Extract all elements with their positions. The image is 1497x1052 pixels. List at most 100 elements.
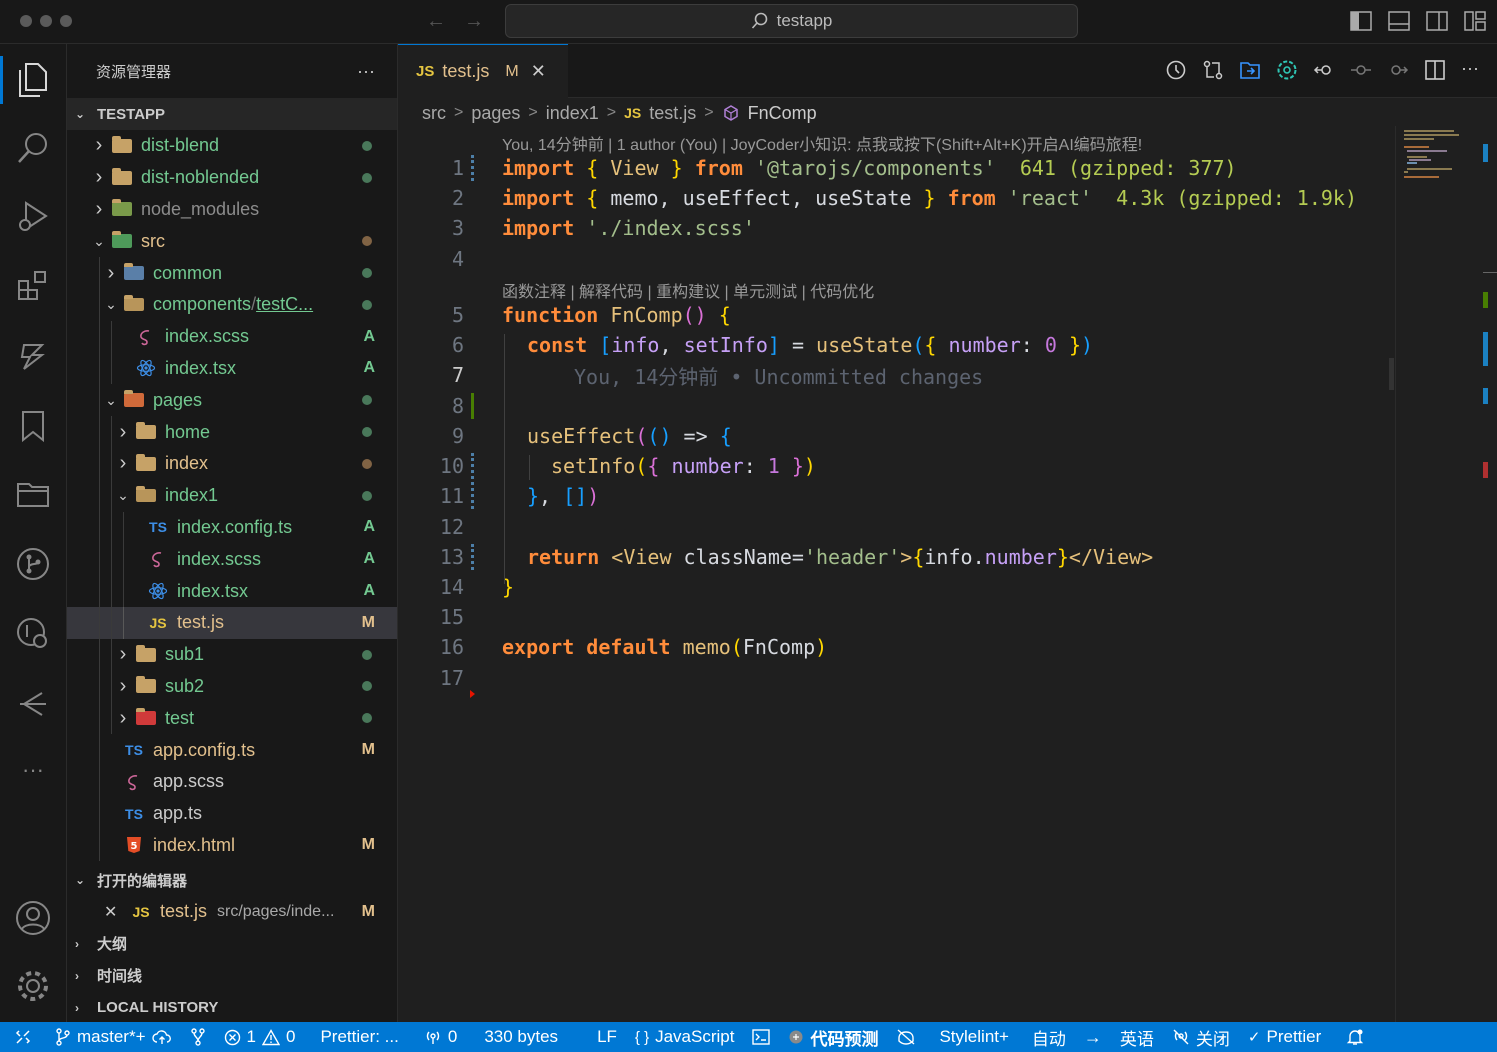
prettier-status[interactable]: ✓ Prettier <box>1239 1027 1330 1047</box>
tree-folder[interactable]: › index <box>67 447 397 480</box>
tree-file[interactable]: index.tsx A <box>67 352 397 385</box>
zoom-window-button[interactable] <box>60 15 72 27</box>
gear-icon[interactable] <box>13 966 53 1006</box>
tree-folder[interactable]: ⌄ pages <box>67 384 397 417</box>
off-status[interactable]: 关闭 <box>1163 1025 1239 1050</box>
workspace-root-header[interactable]: ⌄ TESTAPP <box>67 98 397 130</box>
tree-folder[interactable]: ⌄ components/testC... <box>67 288 397 321</box>
language-mode[interactable]: { } JavaScript <box>626 1027 744 1047</box>
code-prediction-status[interactable]: 代码预测 <box>779 1025 887 1050</box>
tree-folder[interactable]: ⌄ index1 <box>67 479 397 512</box>
ai-assistant-icon[interactable] <box>13 336 53 376</box>
toggle-panel-icon[interactable] <box>1387 10 1411 32</box>
notifications-status[interactable] <box>1330 1028 1373 1046</box>
codelens-blame[interactable]: You, 14分钟前 | 1 author (You) | JoyCoder小知… <box>502 131 1142 155</box>
tree-file[interactable]: TS app.config.ts M <box>67 734 397 766</box>
open-editors-header[interactable]: ⌄ 打开的编辑器 <box>67 864 397 896</box>
tree-folder[interactable]: › test <box>67 702 397 735</box>
remote-explorer-icon[interactable] <box>13 614 53 654</box>
folder-icon[interactable] <box>13 474 53 514</box>
tree-folder[interactable]: › sub2 <box>67 670 397 703</box>
auto-status[interactable]: 自动 <box>1018 1025 1075 1050</box>
tree-folder[interactable]: ⌄ src <box>67 225 397 257</box>
split-editor-icon[interactable] <box>1424 59 1446 81</box>
more-actions-icon[interactable]: ··· <box>1461 59 1483 81</box>
forward-arrow-icon[interactable]: → <box>464 10 484 33</box>
tab-test-js[interactable]: JS test.js M ✕ <box>398 44 568 98</box>
compact-folder-child[interactable]: testC... <box>256 294 313 314</box>
more-icon[interactable]: ··· <box>13 750 53 790</box>
breadcrumb-symbol[interactable]: FnComp <box>748 103 817 124</box>
explorer-icon[interactable] <box>13 60 53 100</box>
command-center[interactable]: testapp <box>505 4 1078 38</box>
search-icon <box>751 12 767 29</box>
back-arrow-icon[interactable]: ← <box>426 10 446 33</box>
copilot-status[interactable] <box>887 1029 925 1045</box>
git-graph-status[interactable] <box>181 1028 215 1046</box>
code-line: 16 export default memo(FnComp) <box>398 632 1388 662</box>
indent-guide <box>529 455 530 480</box>
outline-header[interactable]: › 大纲 <box>67 928 397 960</box>
timeline-header[interactable]: › 时间线 <box>67 960 397 992</box>
prettier-status-short[interactable]: Prettier: ... <box>304 1027 407 1047</box>
extensions-icon[interactable] <box>13 266 53 306</box>
code-editor[interactable]: You, 14分钟前 | 1 author (You) | JoyCoder小知… <box>398 126 1497 1022</box>
run-debug-icon[interactable] <box>13 196 53 236</box>
tree-folder[interactable]: › node_modules <box>67 194 397 226</box>
previous-change-icon[interactable] <box>1350 59 1372 81</box>
tree-folder[interactable]: › common <box>67 257 397 289</box>
local-history-header[interactable]: › LOCAL HISTORY <box>67 992 397 1024</box>
breadcrumb-item[interactable]: index1 <box>546 103 599 124</box>
timeline-icon[interactable] <box>13 684 53 724</box>
customize-layout-icon[interactable] <box>1463 10 1487 32</box>
breadcrumb-item[interactable]: pages <box>471 103 520 124</box>
terminal-status[interactable] <box>743 1029 779 1045</box>
bookmark-icon[interactable] <box>13 406 53 446</box>
tree-file[interactable]: index.scss A <box>67 320 397 353</box>
tree-folder[interactable]: › home <box>67 416 397 448</box>
stylelint-status[interactable]: Stylelint+ <box>925 1027 1017 1047</box>
open-editor-item[interactable]: ✕ JS test.js src/pages/inde... M <box>67 896 397 928</box>
toggle-secondary-sidebar-icon[interactable] <box>1425 10 1449 32</box>
codelens-ai-actions[interactable]: 函数注释 | 解释代码 | 重构建议 | 单元测试 | 代码优化 <box>502 278 874 302</box>
breadcrumb-file[interactable]: test.js <box>649 103 696 124</box>
tree-file[interactable]: JS test.js M <box>67 606 397 639</box>
tree-folder[interactable]: › dist-noblended <box>67 162 397 194</box>
tree-file[interactable]: index.tsx A <box>67 575 397 607</box>
ai-chat-icon[interactable] <box>1276 59 1298 81</box>
next-change-icon[interactable] <box>1387 59 1409 81</box>
account-icon[interactable] <box>13 898 53 938</box>
ports-status[interactable]: 0 <box>408 1027 466 1047</box>
compare-changes-icon[interactable] <box>1202 59 1224 81</box>
close-editor-icon[interactable]: ✕ <box>104 902 128 922</box>
close-tab-icon[interactable]: ✕ <box>531 61 546 82</box>
gutter-added-marker <box>471 393 474 419</box>
close-window-button[interactable] <box>20 15 32 27</box>
history-icon[interactable] <box>1165 59 1187 81</box>
open-changes-icon[interactable] <box>1239 59 1261 81</box>
tree-file[interactable]: TS app.ts <box>67 797 397 830</box>
problems-status[interactable]: 1 0 <box>215 1027 305 1047</box>
tree-folder[interactable]: › sub1 <box>67 638 397 671</box>
go-back-icon[interactable] <box>1313 59 1335 81</box>
tree-file[interactable]: app.scss <box>67 765 397 798</box>
eol-status[interactable]: LF <box>567 1027 626 1047</box>
remote-indicator[interactable] <box>0 1029 46 1045</box>
tree-folder[interactable]: › dist-blend <box>67 130 397 162</box>
breadcrumb-item[interactable]: src <box>422 103 446 124</box>
git-branch-status[interactable]: master*+ <box>46 1027 181 1047</box>
search-icon[interactable] <box>13 128 53 168</box>
tree-file[interactable]: index.scss A <box>67 543 397 576</box>
tree-file[interactable]: 5 index.html M <box>67 829 397 862</box>
modified-badge: M <box>361 836 375 854</box>
code-line: 4 <box>398 244 1388 274</box>
change-dot-indicator <box>362 649 372 660</box>
explorer-more-button[interactable]: ··· <box>357 61 375 82</box>
tree-file[interactable]: TS index.config.ts A <box>67 511 397 544</box>
git-graph-icon[interactable] <box>13 544 53 584</box>
toggle-primary-sidebar-icon[interactable] <box>1349 10 1373 32</box>
language-english-status[interactable]: 英语 <box>1111 1025 1163 1050</box>
minimap[interactable] <box>1395 126 1483 1022</box>
bell-icon <box>1347 1029 1364 1045</box>
minimize-window-button[interactable] <box>40 15 52 27</box>
